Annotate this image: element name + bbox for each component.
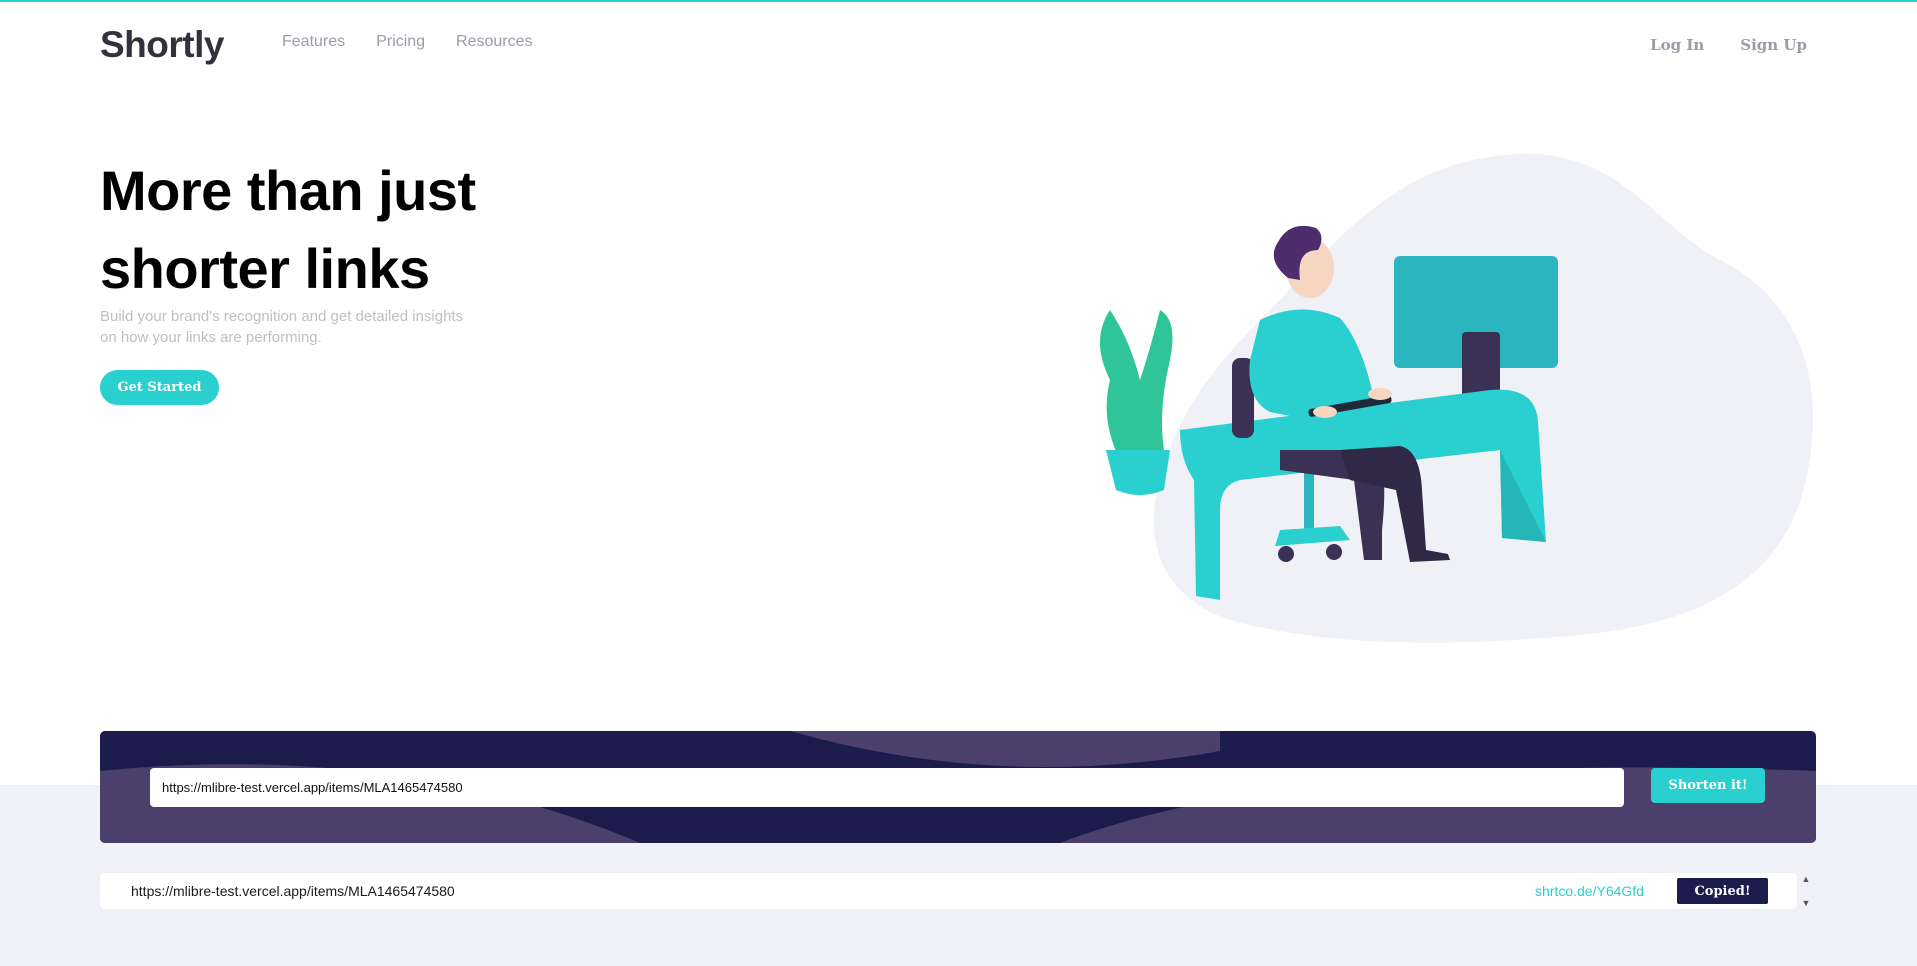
auth-links: Log In Sign Up [1650, 36, 1807, 54]
hero-subtitle: Build your brand's recognition and get d… [100, 308, 464, 346]
hero-title: More than just shorter links [100, 152, 620, 308]
login-link[interactable]: Log In [1650, 36, 1704, 54]
url-input[interactable] [150, 768, 1624, 807]
spinner-down-icon[interactable]: ▼ [1802, 898, 1811, 908]
scroll-spinner[interactable]: ▲ ▼ [1800, 874, 1812, 908]
shorten-button[interactable]: Shorten it! [1651, 768, 1765, 803]
original-url: https://mlibre-test.vercel.app/items/MLA… [131, 883, 455, 899]
brand-logo[interactable]: Shortly [100, 24, 224, 66]
signup-link[interactable]: Sign Up [1740, 36, 1807, 54]
hero-title-line-2: shorter links [100, 237, 430, 300]
nav-resources[interactable]: Resources [456, 33, 532, 51]
shorten-panel: Shorten it! [100, 731, 1816, 843]
spinner-up-icon[interactable]: ▲ [1802, 874, 1811, 884]
main-nav: Features Pricing Resources [282, 33, 533, 51]
copy-button[interactable]: Copied! [1677, 878, 1768, 904]
working-person-illustration [1100, 153, 1814, 643]
hero-title-line-1: More than just [100, 159, 476, 222]
nav-features[interactable]: Features [282, 33, 345, 51]
short-url-link[interactable]: shrtco.de/Y64Gfd [1535, 883, 1644, 899]
nav-pricing[interactable]: Pricing [376, 33, 425, 51]
shortened-link-row: https://mlibre-test.vercel.app/items/MLA… [100, 873, 1797, 909]
get-started-button[interactable]: Get Started [100, 370, 219, 405]
